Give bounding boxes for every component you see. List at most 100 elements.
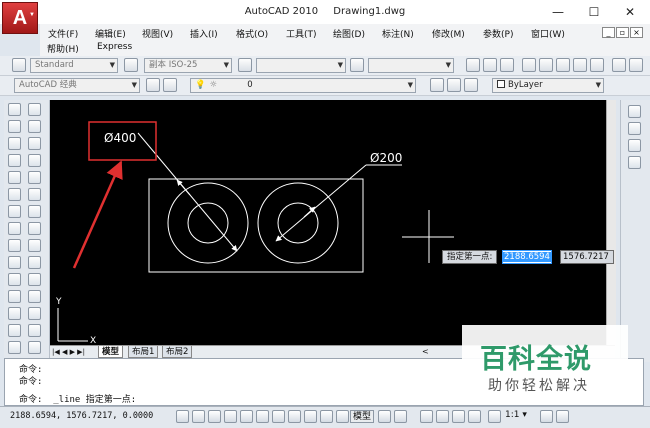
lineweight-icon[interactable] [320,410,333,423]
pan-icon[interactable] [420,410,433,423]
quick-view-layouts-icon[interactable] [378,410,391,423]
tab-navigation-arrows[interactable]: |◀ ◀ ▶ ▶| [52,346,85,358]
menu-help[interactable]: 帮助(H) [47,42,79,55]
menu-format[interactable]: 格式(O) [236,27,268,40]
polyline-icon[interactable] [8,137,21,150]
menu-view[interactable]: 视图(V) [142,27,173,40]
quick-properties-icon[interactable] [336,410,349,423]
zoom-icon[interactable] [436,410,449,423]
mirror-icon[interactable] [28,137,41,150]
open-file-icon[interactable] [483,58,497,72]
table-style-dropdown[interactable]: ▼ [256,58,346,73]
workspace-settings-gear-icon[interactable] [146,78,160,92]
spline-icon[interactable] [8,239,21,252]
color-dropdown[interactable]: ByLayer ▼ [492,78,604,93]
draw-order-icon[interactable] [628,105,641,118]
menu-parametric[interactable]: 参数(P) [483,27,513,40]
stretch-icon[interactable] [28,239,41,252]
arc-icon[interactable] [8,188,21,201]
doc-minimize-button[interactable]: _ [602,27,615,38]
menu-modify[interactable]: 修改(M) [432,27,465,40]
dimension-style-dropdown[interactable]: 副本 ISO-25 ▼ [144,58,232,73]
3d-dwf-icon[interactable] [573,58,587,72]
bring-above-icon[interactable] [628,156,641,169]
menu-express[interactable]: Express [97,42,132,52]
hatch-icon[interactable] [8,341,21,354]
copy-icon[interactable] [629,58,643,72]
scroll-left-icon[interactable]: < [422,346,429,358]
revcloud-icon[interactable] [8,222,21,235]
close-button[interactable]: ✕ [619,4,641,20]
polygon-icon[interactable] [8,154,21,167]
quick-view-drawings-icon[interactable] [394,410,407,423]
trim-icon[interactable] [28,256,41,269]
scale-icon[interactable] [28,222,41,235]
cut-icon[interactable] [612,58,626,72]
ortho-mode-icon[interactable] [224,410,237,423]
command-input[interactable]: 命令: _line 指定第一点: [19,392,136,405]
vertical-scrollbar[interactable] [606,100,616,350]
point-icon[interactable] [8,324,21,337]
tab-layout1[interactable]: 布局1 [128,346,159,358]
showmotion-icon[interactable] [468,410,481,423]
text-style-dropdown[interactable]: Standard ▼ [30,58,118,73]
bring-to-front-icon[interactable] [628,122,641,135]
rotate-icon[interactable] [28,205,41,218]
break-icon[interactable] [28,290,41,303]
dimension-style-icon[interactable] [124,58,138,72]
table-style-icon[interactable] [238,58,252,72]
make-current-layer-icon[interactable] [430,78,444,92]
insert-block-icon[interactable] [8,290,21,303]
grid-display-icon[interactable] [208,410,221,423]
print-preview-icon[interactable] [539,58,553,72]
save-icon[interactable] [500,58,514,72]
text-style-icon[interactable] [12,58,26,72]
maximize-button[interactable]: ☐ [583,4,605,20]
object-snap-tracking-icon[interactable] [272,410,285,423]
doc-close-button[interactable]: × [630,27,643,38]
object-snap-icon[interactable] [256,410,269,423]
menu-file[interactable]: 文件(F) [48,27,78,40]
annotation-scale-icon[interactable] [488,410,501,423]
circle-icon[interactable] [8,205,21,218]
menu-dimension[interactable]: 标注(N) [382,27,414,40]
workspace-dropdown[interactable]: AutoCAD 经典 ▼ [14,78,140,93]
print-icon[interactable] [522,58,536,72]
ellipse-icon[interactable] [8,256,21,269]
model-space-button[interactable]: 模型 [350,410,375,423]
rectangle-icon[interactable] [8,171,21,184]
annotation-scale-value[interactable]: 1:1 ▾ [505,410,527,420]
drawing-canvas[interactable]: Ø400 Ø200 Y X [50,100,615,346]
array-icon[interactable] [28,171,41,184]
send-to-back-icon[interactable] [628,139,641,152]
menu-insert[interactable]: 插入(I) [190,27,218,40]
layer-properties-icon[interactable] [163,78,177,92]
steering-wheel-icon[interactable] [452,410,465,423]
extend-icon[interactable] [28,273,41,286]
layer-state-icon[interactable] [464,78,478,92]
menu-tools[interactable]: 工具(T) [286,27,317,40]
auto-scale-icon[interactable] [556,410,569,423]
menu-draw[interactable]: 绘图(D) [333,27,365,40]
tab-layout2[interactable]: 布局2 [162,346,193,358]
publish-icon[interactable] [556,58,570,72]
minimize-button[interactable]: — [547,4,569,20]
offset-icon[interactable] [28,154,41,167]
make-block-icon[interactable] [8,307,21,320]
polar-tracking-icon[interactable] [240,410,253,423]
tab-model[interactable]: 模型 [98,346,124,358]
menu-window[interactable]: 窗口(W) [531,27,565,40]
chamfer-icon[interactable] [28,324,41,337]
annotation-visibility-icon[interactable] [540,410,553,423]
fillet-icon[interactable] [28,341,41,354]
menu-edit[interactable]: 编辑(E) [95,27,126,40]
allow-disallow-ucs-icon[interactable] [288,410,301,423]
copy-object-icon[interactable] [28,120,41,133]
doc-restore-button[interactable]: ▫ [616,27,629,38]
construction-line-icon[interactable] [8,120,21,133]
join-icon[interactable] [28,307,41,320]
erase-icon[interactable] [28,103,41,116]
multileader-style-icon[interactable] [350,58,364,72]
application-menu-button[interactable]: A ▼ [2,2,38,34]
multileader-style-dropdown[interactable]: ▼ [368,58,454,73]
